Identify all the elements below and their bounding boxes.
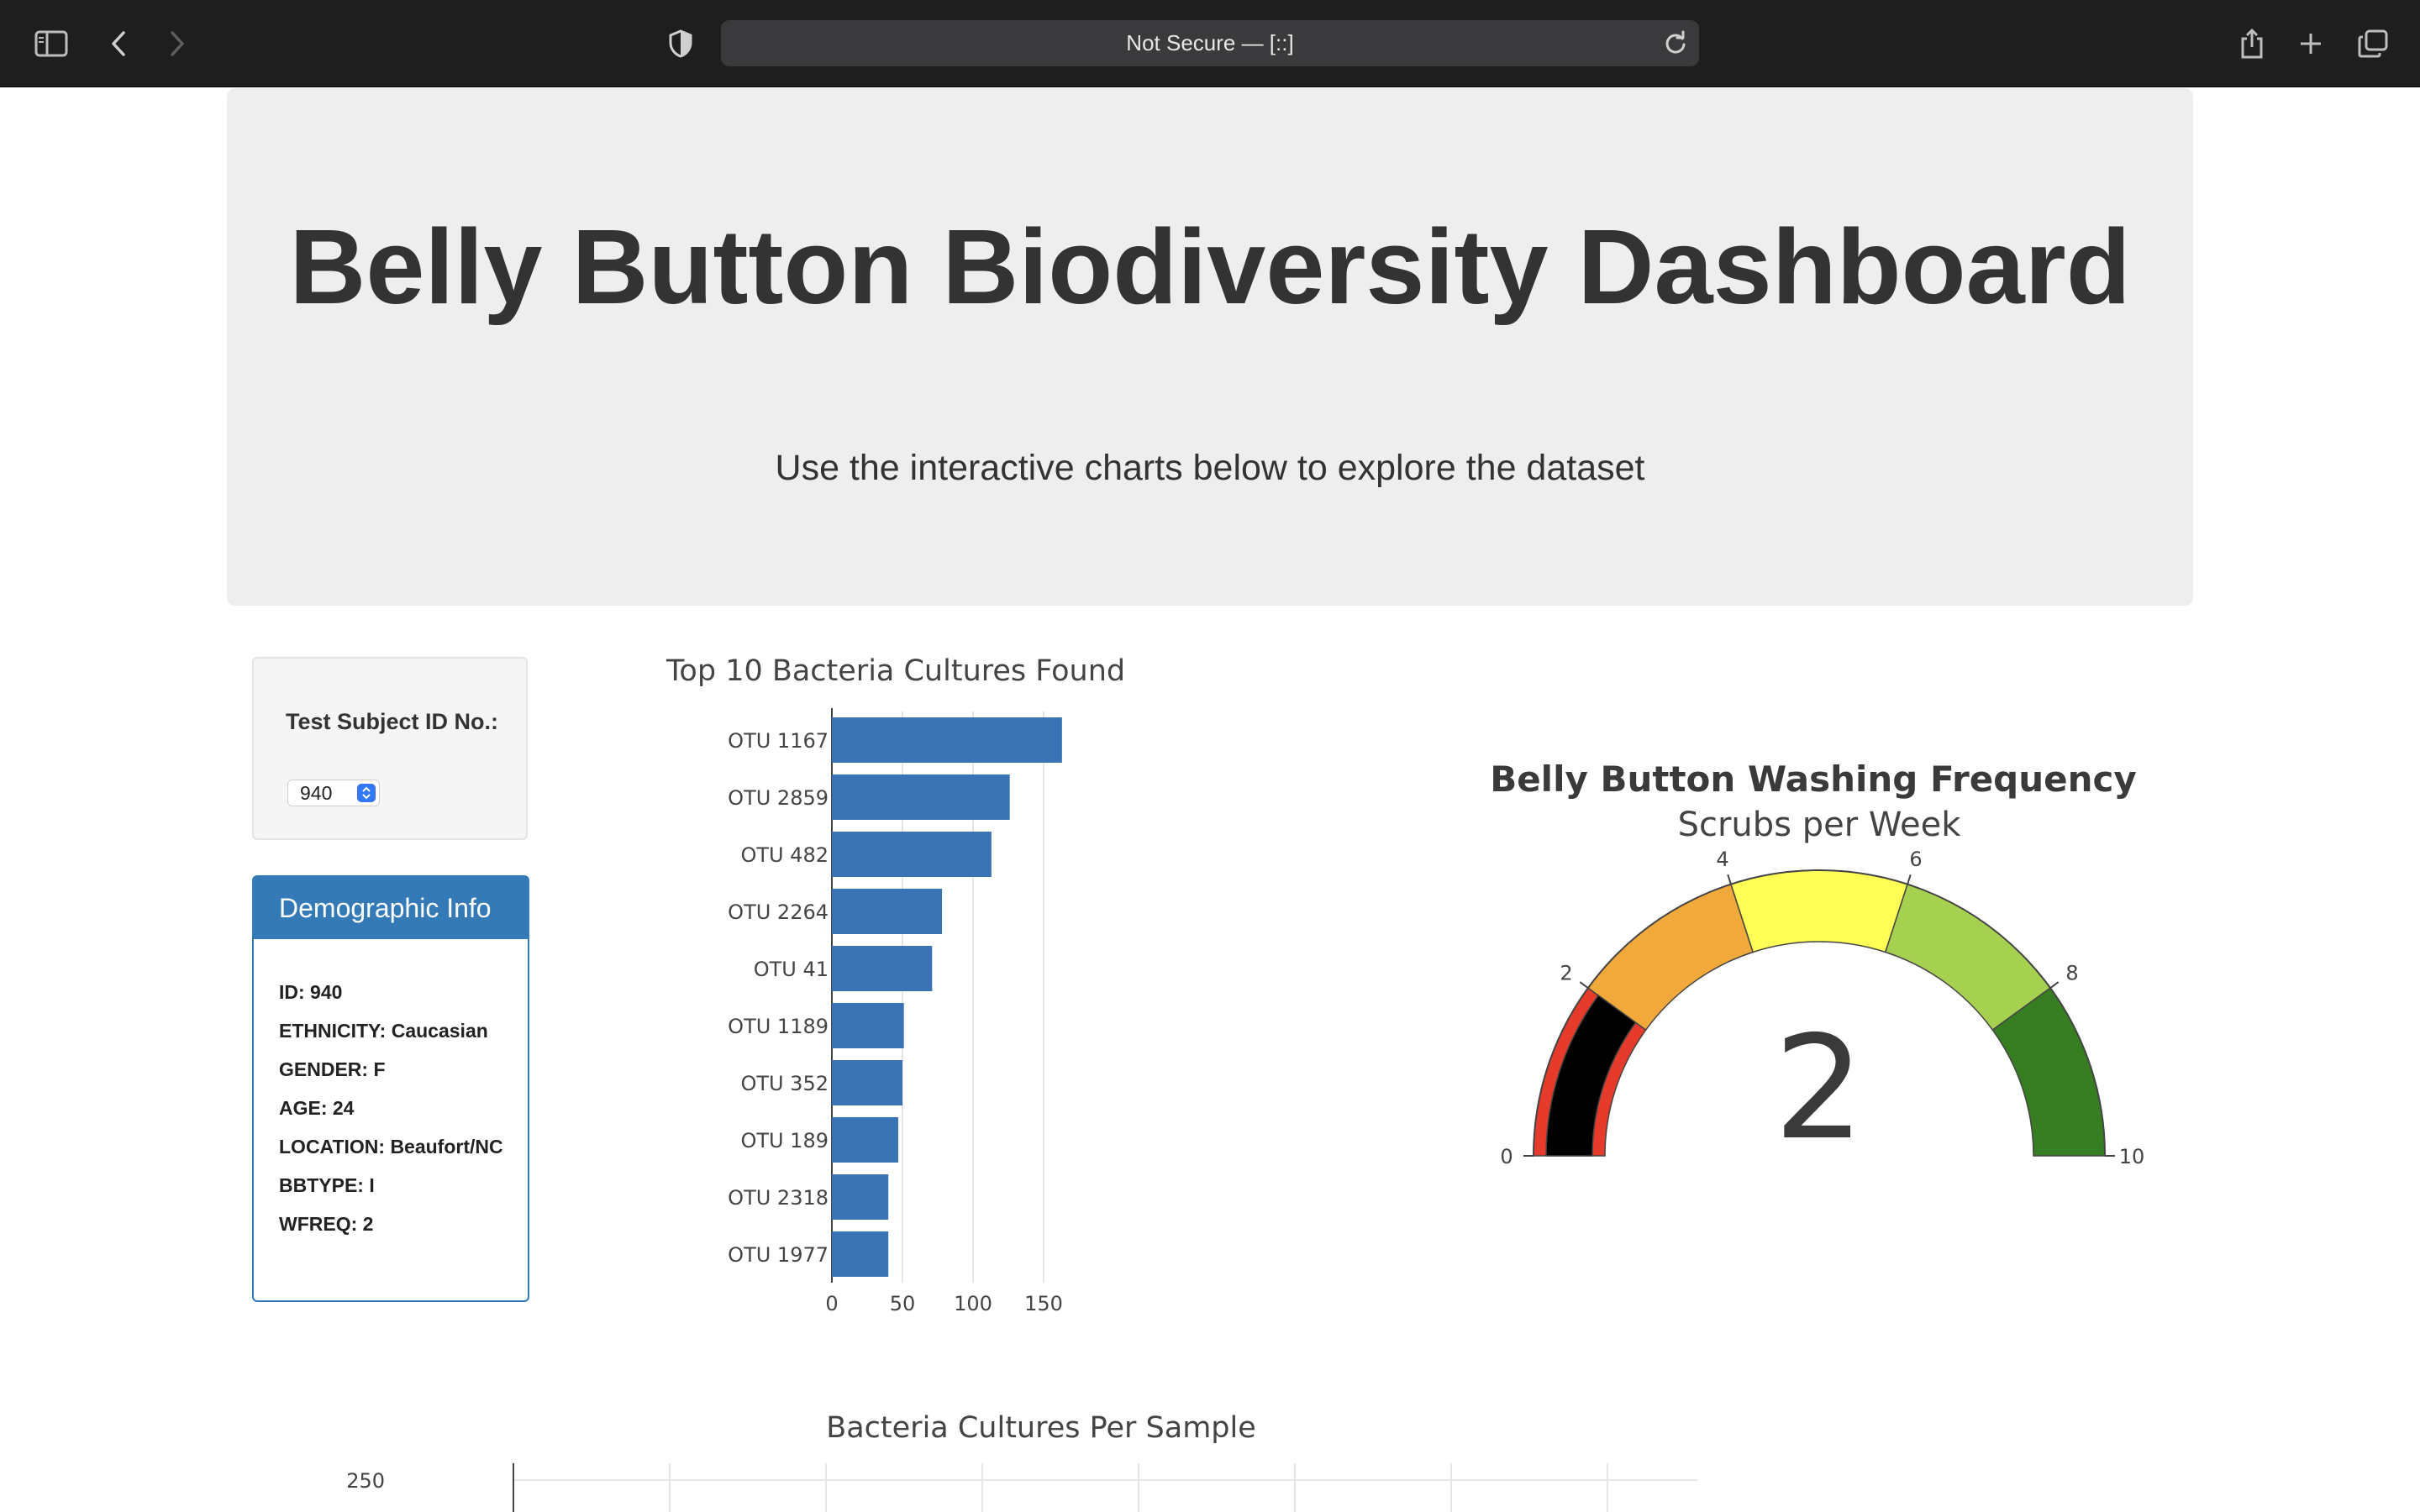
gauge-step-0 xyxy=(1533,987,1647,1157)
gauge-step-2 xyxy=(1729,869,1909,953)
bar-y-tick-label: OTU 2318 xyxy=(728,1186,829,1210)
bar-otu-1189 xyxy=(832,1003,904,1048)
demographic-row: LOCATION: Beaufort/NC xyxy=(279,1136,503,1158)
bar-x-tick-label: 50 xyxy=(890,1292,916,1315)
bar-otu-1977 xyxy=(832,1231,889,1277)
demographic-row: AGE: 24 xyxy=(279,1097,355,1119)
gauge-subtitle: Scrubs per Week xyxy=(1678,806,1962,844)
subject-id-value: 940 xyxy=(300,782,333,804)
reload-icon[interactable] xyxy=(1662,30,1689,57)
bar-x-tick-label: 100 xyxy=(954,1292,992,1315)
bar-otu-1167 xyxy=(832,717,1062,763)
gauge-step-4 xyxy=(1991,987,2106,1157)
demographic-row: WFREQ: 2 xyxy=(279,1213,374,1235)
demographic-panel: Demographic Info ID: 940 ETHNICITY: Cauca… xyxy=(252,875,529,1302)
gauge-tick-label: 0 xyxy=(1500,1145,1512,1168)
gauge-tick xyxy=(1579,981,1589,989)
back-icon[interactable] xyxy=(104,0,133,87)
gauge-tick-label: 8 xyxy=(2065,961,2078,984)
gauge-step-3 xyxy=(1884,883,2052,1032)
new-tab-icon[interactable] xyxy=(2296,0,2326,87)
gauge-outline xyxy=(1533,869,2106,1157)
bar-y-tick-label: OTU 482 xyxy=(740,843,829,867)
bar-y-tick-label: OTU 189 xyxy=(740,1129,829,1152)
bar-y-tick-label: OTU 2264 xyxy=(728,900,829,924)
tabs-overview-icon[interactable] xyxy=(2356,0,2390,87)
gauge-step-1 xyxy=(1586,883,1754,1032)
jumbotron: Belly Button Biodiversity Dashboard Use … xyxy=(227,88,2193,606)
bar-otu-352 xyxy=(832,1060,902,1105)
address-bar[interactable]: Not Secure — [::] xyxy=(721,20,1699,66)
gauge-tick-label: 2 xyxy=(1560,961,1572,984)
bar-y-tick-label: OTU 1189 xyxy=(728,1015,829,1038)
bar-y-tick-label: OTU 1977 xyxy=(728,1243,829,1267)
gauge-tick-label: 6 xyxy=(1909,848,1922,871)
bar-y-tick-label: OTU 1167 xyxy=(728,729,829,753)
demographic-row: BBTYPE: I xyxy=(279,1174,375,1196)
shield-icon[interactable] xyxy=(666,0,696,87)
sidebar-icon[interactable] xyxy=(30,0,72,87)
page-title: Belly Button Biodiversity Dashboard xyxy=(289,207,2131,326)
gauge-tick xyxy=(1727,874,1732,885)
bar-otu-2264 xyxy=(832,889,943,934)
gauge-value-bar xyxy=(1545,994,1637,1157)
bubble-chart-title: Bacteria Cultures Per Sample xyxy=(826,1411,1256,1445)
demographic-row: GENDER: F xyxy=(279,1058,386,1080)
subject-id-select[interactable]: 940 xyxy=(287,780,380,806)
bar-otu-41 xyxy=(832,946,933,991)
bar-x-tick-label: 0 xyxy=(825,1292,838,1315)
bar-y-tick-label: OTU 41 xyxy=(754,958,829,981)
subject-id-label: Test Subject ID No.: xyxy=(286,709,499,734)
bar-chart-title: Top 10 Bacteria Cultures Found xyxy=(666,654,1125,688)
gauge-tick-label: 4 xyxy=(1716,848,1728,871)
gauge-tick xyxy=(1907,874,1912,885)
page-subtitle: Use the interactive charts below to expl… xyxy=(775,448,1645,488)
gauge-tick xyxy=(2049,981,2060,989)
share-icon[interactable] xyxy=(2237,0,2267,87)
bar-otu-2859 xyxy=(832,774,1010,820)
gauge-tick-label: 10 xyxy=(2119,1145,2145,1168)
bubble-y-tick-label: 250 xyxy=(346,1469,385,1493)
chevron-updown-icon[interactable] xyxy=(357,784,376,802)
demographic-row: ETHNICITY: Caucasian xyxy=(279,1020,488,1042)
forward-icon[interactable] xyxy=(163,0,192,87)
bar-y-tick-label: OTU 352 xyxy=(740,1072,829,1095)
bar-y-tick-label: OTU 2859 xyxy=(728,786,829,810)
gauge-value-number: 2 xyxy=(1774,1005,1865,1172)
demographic-heading: Demographic Info xyxy=(254,877,528,939)
url-text: Not Secure — [::] xyxy=(1126,30,1294,55)
bar-otu-189 xyxy=(832,1117,898,1163)
bar-x-tick-label: 150 xyxy=(1024,1292,1063,1315)
demographic-row: ID: 940 xyxy=(279,981,343,1003)
browser-toolbar: Not Secure — [::] xyxy=(0,0,2420,87)
subject-selector-well: Test Subject ID No.: 940 xyxy=(252,657,528,840)
demographic-list: ID: 940 ETHNICITY: Caucasian GENDER: F AGE:… xyxy=(279,981,514,1252)
bar-otu-2318 xyxy=(832,1174,889,1220)
gauge-title: Belly Button Washing Frequency xyxy=(1490,759,2137,800)
bar-otu-482 xyxy=(832,832,992,877)
